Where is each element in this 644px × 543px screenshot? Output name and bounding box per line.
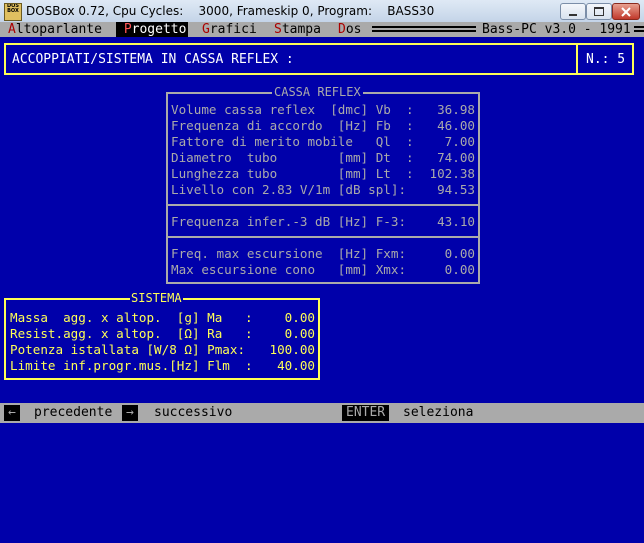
header-panel: ACCOPPIATI/SISTEMA IN CASSA REFLEX : N.:… (4, 43, 634, 75)
cassa-label-fb: Frequenza di accordo [Hz] Fb : (171, 118, 414, 133)
cassa-value-vb: 36.98 (437, 102, 475, 117)
cassa-divider-2 (168, 236, 478, 238)
page-title: ACCOPPIATI/SISTEMA IN CASSA REFLEX : (12, 52, 294, 67)
app-version-label: Bass-PC v3.0 - 1991 (482, 22, 631, 37)
sistema-value-flm: 40.00 (277, 358, 315, 373)
sistema-value-ra: 0.00 (284, 326, 315, 341)
header-divider (576, 45, 578, 73)
cassa-label-ql: Fattore di merito mobile Ql : (171, 134, 414, 149)
sistema-title: SISTEMA (130, 291, 183, 305)
dosbox-app-icon[interactable]: DOS BOX (4, 3, 22, 21)
cassa-value-ql: 7.00 (444, 134, 475, 149)
status-bar: ← precedente → successivo ENTER selezion… (0, 403, 644, 423)
sistema-label-ma: Massa agg. x altop. [g] Ma : (10, 310, 253, 325)
menu-grafici[interactable]: Grafici (202, 22, 257, 37)
enter-label: seleziona (403, 405, 474, 420)
next-label: successivo (154, 405, 233, 420)
cassa-label-fxm: Freq. max escursione [Hz] Fxm: (171, 246, 407, 261)
menu-dos[interactable]: Dos (338, 22, 361, 37)
prev-label: precedente (34, 405, 113, 420)
enter-key[interactable]: ENTER (342, 405, 390, 421)
cassa-value-fxm: 0.00 (444, 246, 475, 261)
record-number: N.: 5 (586, 52, 626, 67)
menu-altoparlante[interactable]: Altoparlante (8, 22, 102, 37)
cassa-value-lt: 102.38 (429, 166, 476, 181)
close-icon (621, 6, 631, 17)
bottom-strip (0, 390, 644, 403)
sistema-panel: SISTEMA Massa agg. x altop. [g] Ma : 0.0… (4, 291, 320, 380)
menu-separator-line-right (634, 26, 644, 32)
maximize-icon (594, 7, 604, 16)
cassa-label-dt: Diametro tubo [mm] Dt : (171, 150, 414, 165)
cassa-value-f3: 43.10 (437, 214, 475, 229)
prev-key[interactable]: ← (4, 405, 20, 421)
sistema-label-pmax: Potenza istallata [W/8 Ω] Pmax: (10, 342, 246, 357)
sistema-value-ma: 0.00 (284, 310, 315, 325)
cassa-label-f3: Frequenza infer.-3 dB [Hz] F-3: (171, 214, 407, 229)
cassa-reflex-title: CASSA REFLEX (272, 85, 363, 99)
cassa-value-spl: 94.53 (437, 182, 475, 197)
sistema-label-flm: Limite inf.progr.mus.[Hz] Flm : (10, 358, 253, 373)
maximize-button[interactable] (586, 3, 612, 20)
window-title: DOSBox 0.72, Cpu Cycles: 3000, Frameskip… (26, 4, 435, 18)
window-titlebar: DOS BOX DOSBox 0.72, Cpu Cycles: 3000, F… (0, 0, 644, 23)
cassa-value-xmx: 0.00 (444, 262, 475, 277)
cassa-divider-1 (168, 204, 478, 206)
menu-separator-line (372, 26, 476, 32)
cassa-reflex-panel: CASSA REFLEX Volume cassa reflex [dmc] V… (166, 85, 480, 284)
cassa-value-dt: 74.00 (437, 150, 475, 165)
menu-stampa[interactable]: Stampa (274, 22, 321, 37)
cassa-label-spl: Livello con 2.83 V/1m [dB spl]: (171, 182, 407, 197)
close-button[interactable] (612, 3, 640, 20)
menu-progetto[interactable]: Progetto (116, 22, 188, 37)
cassa-label-lt: Lunghezza tubo [mm] Lt : (171, 166, 414, 181)
menu-bar: Altoparlante Progetto Grafici Stampa Dos… (0, 22, 644, 37)
cassa-label-xmx: Max escursione cono [mm] Xmx: (171, 262, 407, 277)
next-key[interactable]: → (122, 405, 138, 421)
cassa-value-fb: 46.00 (437, 118, 475, 133)
sistema-value-pmax: 100.00 (269, 342, 316, 357)
minimize-button[interactable] (560, 3, 586, 20)
cassa-label-vb: Volume cassa reflex [dmc] Vb : (171, 102, 414, 117)
minimize-icon (569, 13, 577, 16)
sistema-label-ra: Resist.agg. x altop. [Ω] Ra : (10, 326, 253, 341)
